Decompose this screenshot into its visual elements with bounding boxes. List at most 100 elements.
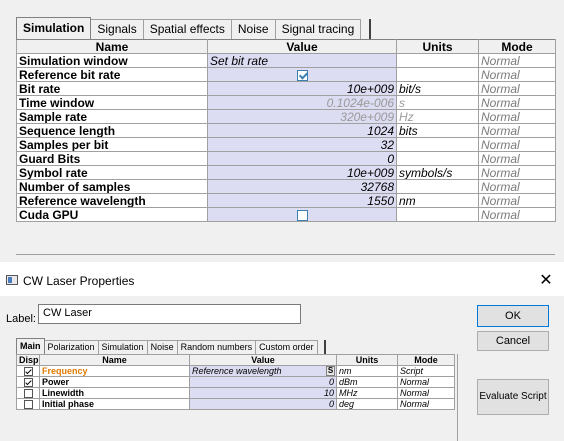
table-row[interactable]: Sequence length 1024 bits Normal	[16, 123, 556, 138]
param-mode[interactable]: Normal	[478, 109, 556, 124]
column-header-mode[interactable]: Mode	[478, 39, 556, 54]
param-unit: bit/s	[396, 81, 479, 96]
ok-button[interactable]: OK	[477, 305, 549, 327]
tab-custom-order[interactable]: Custom order	[256, 340, 318, 354]
param-unit: nm	[336, 365, 398, 377]
param-value[interactable]: 10	[189, 387, 337, 399]
table-row[interactable]: Simulation window Set bit rate Normal	[16, 53, 556, 68]
param-value[interactable]: Reference wavelength S	[189, 365, 337, 377]
script-button[interactable]: S	[326, 366, 335, 376]
label-caption: Label:	[6, 313, 36, 325]
column-header-value[interactable]: Value	[189, 354, 337, 366]
param-mode[interactable]: Normal	[478, 137, 556, 152]
tab-simulation[interactable]: Simulation	[16, 17, 92, 39]
panel-divider	[16, 254, 555, 255]
table-row[interactable]: Sample rate 320e+009 Hz Normal	[16, 109, 556, 124]
column-header-name[interactable]: Name	[16, 39, 208, 54]
cuda-gpu-checkbox[interactable]	[296, 209, 308, 221]
param-mode[interactable]: Normal	[397, 376, 455, 388]
param-value[interactable]: 32768	[207, 179, 397, 194]
param-value[interactable]: 1550	[207, 193, 397, 208]
simulation-parameter-grid: Name Value Units Mode Simulation window …	[16, 39, 556, 222]
tab-noise[interactable]: Noise	[231, 19, 276, 39]
disp-cell[interactable]	[16, 398, 40, 410]
param-mode[interactable]: Normal	[397, 387, 455, 399]
table-row[interactable]: Cuda GPU Normal	[16, 207, 556, 222]
column-header-units[interactable]: Units	[336, 354, 398, 366]
grid-scroll-edge	[457, 354, 458, 441]
table-row[interactable]: Symbol rate 10e+009 symbols/s Normal	[16, 165, 556, 180]
tab-strip-end	[318, 340, 326, 354]
table-row[interactable]: Time window 0.1024e-006 s Normal	[16, 95, 556, 110]
tab-polarization[interactable]: Polarization	[44, 340, 99, 354]
column-header-name[interactable]: Name	[39, 354, 190, 366]
param-name: Reference wavelength	[16, 193, 208, 208]
disp-cell[interactable]	[16, 376, 40, 388]
param-mode[interactable]: Normal	[478, 67, 556, 82]
param-mode[interactable]: Normal	[478, 165, 556, 180]
param-unit: s	[396, 95, 479, 110]
reference-bit-rate-checkbox[interactable]	[296, 69, 308, 81]
table-row[interactable]: Bit rate 10e+009 bit/s Normal	[16, 81, 556, 96]
param-mode[interactable]: Script	[397, 365, 455, 377]
tab-main[interactable]: Main	[16, 338, 45, 354]
param-mode[interactable]: Normal	[478, 95, 556, 110]
dialog-titlebar[interactable]: CW Laser Properties ✕	[0, 266, 564, 296]
table-row[interactable]: Guard Bits 0 Normal	[16, 151, 556, 166]
param-unit	[396, 151, 479, 166]
param-unit: MHz	[336, 387, 398, 399]
table-row[interactable]: Reference bit rate Normal	[16, 67, 556, 82]
param-value[interactable]: Set bit rate	[207, 53, 397, 68]
column-header-value[interactable]: Value	[207, 39, 397, 54]
table-row[interactable]: Number of samples 32768 Normal	[16, 179, 556, 194]
param-mode[interactable]: Normal	[478, 151, 556, 166]
column-header-disp[interactable]: Disp	[16, 354, 40, 366]
disp-checkbox[interactable]	[23, 399, 33, 409]
disp-checkbox[interactable]	[23, 366, 33, 376]
param-value[interactable]: 1024	[207, 123, 397, 138]
dialog-title: CW Laser Properties	[23, 274, 135, 288]
table-row[interactable]: Samples per bit 32 Normal	[16, 137, 556, 152]
tab-signal-tracing[interactable]: Signal tracing	[275, 19, 362, 39]
disp-cell[interactable]	[16, 365, 40, 377]
param-value[interactable]: 0	[189, 398, 337, 410]
cancel-button[interactable]: Cancel	[477, 331, 549, 351]
param-mode[interactable]: Normal	[478, 123, 556, 138]
tab-noise[interactable]: Noise	[147, 340, 178, 354]
tab-signals[interactable]: Signals	[91, 19, 144, 39]
param-value[interactable]: 0	[207, 151, 397, 166]
disp-checkbox[interactable]	[23, 388, 33, 398]
table-row[interactable]: Frequency Reference wavelength S nm Scri…	[16, 365, 455, 377]
tab-spatial-effects[interactable]: Spatial effects	[143, 19, 232, 39]
param-name: Initial phase	[39, 398, 190, 410]
table-row[interactable]: Initial phase 0 deg Normal	[16, 398, 455, 410]
table-row[interactable]: Reference wavelength 1550 nm Normal	[16, 193, 556, 208]
table-row[interactable]: Linewidth 10 MHz Normal	[16, 387, 455, 399]
param-value[interactable]	[207, 207, 397, 222]
param-value[interactable]: 32	[207, 137, 397, 152]
column-header-mode[interactable]: Mode	[397, 354, 455, 366]
param-value[interactable]	[207, 67, 397, 82]
param-mode[interactable]: Normal	[478, 179, 556, 194]
param-mode[interactable]: Normal	[478, 81, 556, 96]
label-input[interactable]: CW Laser	[38, 304, 301, 324]
close-icon[interactable]: ✕	[536, 270, 556, 290]
disp-checkbox[interactable]	[23, 377, 33, 387]
param-unit: nm	[396, 193, 479, 208]
param-mode[interactable]: Normal	[478, 193, 556, 208]
disp-cell[interactable]	[16, 387, 40, 399]
evaluate-script-button[interactable]: Evaluate Script	[477, 379, 549, 415]
column-header-units[interactable]: Units	[396, 39, 479, 54]
parameter-tabs: Simulation Signals Spatial effects Noise…	[16, 17, 372, 39]
tab-random-numbers[interactable]: Random numbers	[177, 340, 257, 354]
param-name: Bit rate	[16, 81, 208, 96]
param-mode[interactable]: Normal	[397, 398, 455, 410]
param-value[interactable]: 10e+009	[207, 81, 397, 96]
param-mode[interactable]: Normal	[478, 207, 556, 222]
param-mode[interactable]: Normal	[478, 53, 556, 68]
tab-strip-end	[361, 19, 372, 39]
tab-simulation[interactable]: Simulation	[98, 340, 148, 354]
table-row[interactable]: Power 0 dBm Normal	[16, 376, 455, 388]
param-value[interactable]: 0	[189, 376, 337, 388]
param-value[interactable]: 10e+009	[207, 165, 397, 180]
